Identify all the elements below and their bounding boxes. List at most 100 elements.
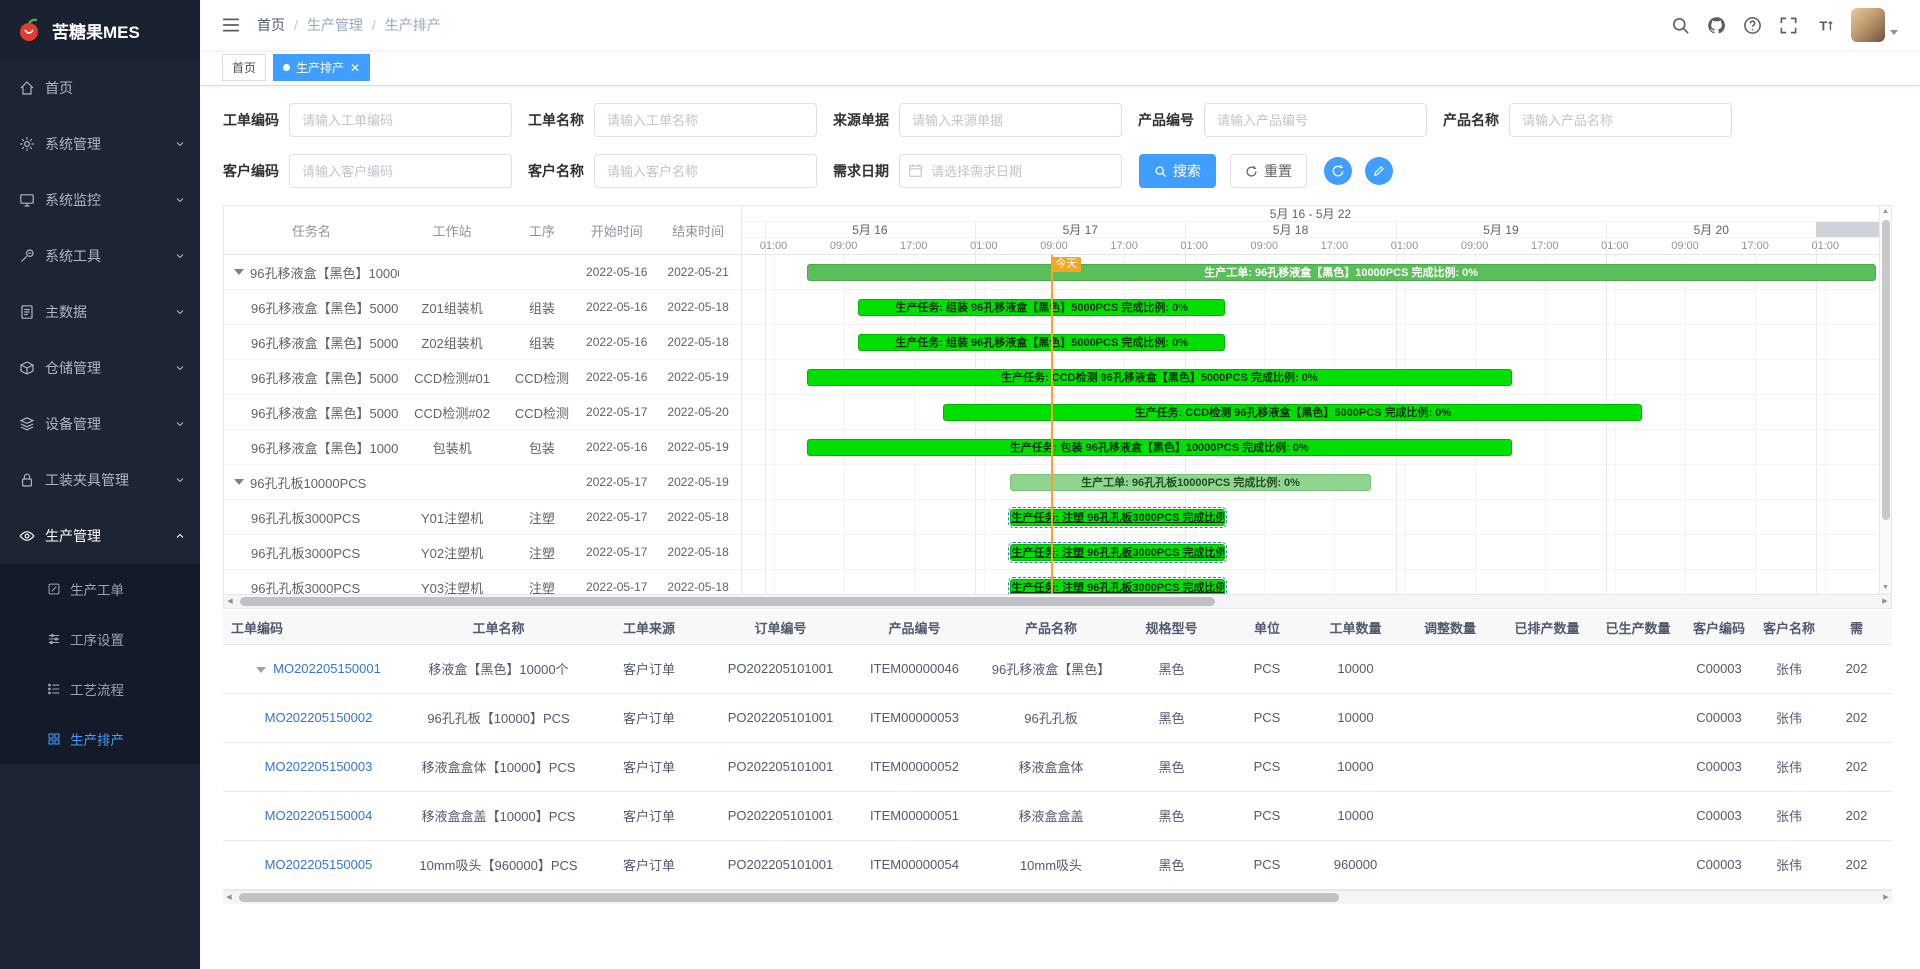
search-button[interactable]: 搜索 [1139,154,1216,188]
gantt-task-row-9[interactable]: 96孔孔板3000PCSY03注塑机注塑2022-05-172022-05-18 [224,570,741,594]
table-column-header: 订单编号 [715,611,846,644]
work-order-link[interactable]: MO202205150002 [265,710,373,725]
gear-icon [19,136,35,152]
gantt-task-row-0[interactable]: 96孔移液盒【黑色】10000PCS2022-05-162022-05-21 [224,255,741,290]
scroll-right-icon[interactable]: ▶ [1879,595,1891,609]
expand-chevron-icon[interactable] [256,667,266,673]
github-icon[interactable] [1707,16,1726,35]
end-date: 2022-05-20 [655,405,741,419]
task-bar[interactable]: 生产任务: 包装 96孔移液盒【黑色】10000PCS 完成比例: 0% [807,439,1512,456]
reset-button[interactable]: 重置 [1230,154,1307,188]
avatar[interactable] [1851,8,1885,42]
gantt-task-row-6[interactable]: 96孔孔板10000PCS2022-05-172022-05-19 [224,465,741,500]
tab-1[interactable]: 生产排产✕ [273,54,370,81]
day-boundary [1185,222,1186,237]
app-logo[interactable]: 苦糖果MES [0,0,200,60]
gantt-horizontal-scrollbar: ◀ ▶ [224,594,1891,608]
table-row-3[interactable]: MO202205150004移液盒盒盖【10000】PCS客户订单PO20220… [223,791,1892,840]
work-order-link[interactable]: MO202205150005 [265,857,373,872]
table-row-4[interactable]: MO20220515000510mm吸头【960000】PCS客户订单PO202… [223,840,1892,889]
sidebar-item-3[interactable]: 系统工具 [0,228,200,284]
sidebar-item-4[interactable]: 主数据 [0,284,200,340]
text-input[interactable] [594,103,817,137]
start-date: 2022-05-17 [578,405,655,419]
font-size-icon[interactable]: T [1815,16,1834,35]
scroll-right-icon[interactable]: ▶ [1880,891,1892,904]
gantt-chart-row-2: 生产任务: 组装 96孔移液盒【黑色】5000PCS 完成比例: 0% [742,325,1879,360]
task-bar[interactable]: 生产任务: 注塑 96孔孔板3000PCS 完成比例: 0% [1010,509,1225,526]
date-input[interactable] [899,154,1122,188]
text-input[interactable] [594,154,817,188]
scroll-up-icon[interactable]: ▲ [1880,206,1891,218]
collapse-triangle-icon[interactable] [234,479,244,485]
breadcrumb-item-1[interactable]: 生产管理 [307,15,363,35]
gantt-task-row-8[interactable]: 96孔孔板3000PCSY02注塑机注塑2022-05-172022-05-18 [224,535,741,570]
work-order-link[interactable]: MO202205150001 [273,661,381,676]
sidebar-subitem-0[interactable]: 生产工单 [0,564,200,614]
table-cell: 移液盒【黑色】10000个 [414,644,583,693]
tab-0[interactable]: 首页 [222,54,266,81]
text-input[interactable] [899,103,1122,137]
refresh-circle-button[interactable] [1324,157,1352,185]
sidebar-item-7[interactable]: 工装夹具管理 [0,452,200,508]
chevron-down-icon [174,474,186,486]
filter-label: 产品名称 [1443,110,1499,130]
task-bar[interactable]: 生产任务: 注塑 96孔孔板3000PCS 完成比例: 0% [1010,579,1225,594]
sidebar-toggle-icon[interactable] [222,16,240,34]
close-icon[interactable]: ✕ [350,62,360,74]
start-date: 2022-05-17 [578,580,655,594]
table-row-1[interactable]: MO20220515000296孔孔板【10000】PCS客户订单PO20220… [223,693,1892,742]
text-input[interactable] [1204,103,1427,137]
task-bar[interactable]: 生产任务: CCD检测 96孔移液盒【黑色】5000PCS 完成比例: 0% [943,404,1642,421]
text-input[interactable] [289,154,512,188]
gantt-hscroll-thumb[interactable] [240,597,1215,606]
sidebar-subitem-3[interactable]: 生产排产 [0,714,200,764]
sidebar-item-1[interactable]: 系统管理 [0,116,200,172]
today-line [1051,255,1053,594]
text-input[interactable] [289,103,512,137]
task-bar[interactable]: 生产任务: 组装 96孔移液盒【黑色】5000PCS 完成比例: 0% [858,299,1225,316]
work-order-link[interactable]: MO202205150003 [265,759,373,774]
question-icon[interactable] [1743,16,1762,35]
collapse-triangle-icon[interactable] [234,269,244,275]
gantt-task-row-1[interactable]: 96孔移液盒【黑色】5000PCSZ01组装机组装2022-05-162022-… [224,290,741,325]
table-cell: 张伟 [1757,791,1821,840]
gantt-task-row-7[interactable]: 96孔孔板3000PCSY01注塑机注塑2022-05-172022-05-18 [224,500,741,535]
table-row-0[interactable]: MO202205150001移液盒【黑色】10000个客户订单PO2022051… [223,644,1892,693]
scroll-left-icon[interactable]: ◀ [224,595,236,609]
task-bar[interactable]: 生产任务: 注塑 96孔孔板3000PCS 完成比例: 0% [1010,544,1225,561]
gantt-week-label: 5月 16 - 5月 22 [1270,207,1351,221]
sidebar-item-2[interactable]: 系统监控 [0,172,200,228]
sidebar-item-5[interactable]: 仓储管理 [0,340,200,396]
table-column-header: 已排产数量 [1499,611,1595,644]
work-order-bar[interactable]: 生产工单: 96孔孔板10000PCS 完成比例: 0% [1010,474,1370,491]
gantt-task-row-3[interactable]: 96孔移液盒【黑色】5000PCSCCD检测#01CCD检测2022-05-16… [224,360,741,395]
gantt-task-row-2[interactable]: 96孔移液盒【黑色】5000PCSZ02组装机组装2022-05-162022-… [224,325,741,360]
user-menu[interactable] [1851,8,1898,42]
task-bar[interactable]: 生产任务: 组装 96孔移液盒【黑色】5000PCS 完成比例: 0% [858,334,1225,351]
breadcrumb-item-2[interactable]: 生产排产 [385,15,441,35]
work-order-bar[interactable]: 生产工单: 96孔移液盒【黑色】10000PCS 完成比例: 0% [807,264,1876,281]
task-bar[interactable]: 生产任务: CCD检测 96孔移液盒【黑色】5000PCS 完成比例: 0% [807,369,1512,386]
work-order-link[interactable]: MO202205150004 [265,808,373,823]
workstation: Z02组装机 [399,333,506,352]
sidebar-subitem-2[interactable]: 工艺流程 [0,664,200,714]
sidebar-item-6[interactable]: 设备管理 [0,396,200,452]
table-column-header: 工单数量 [1310,611,1401,644]
text-input[interactable] [1509,103,1732,137]
gantt-task-row-5[interactable]: 96孔移液盒【黑色】10000PCS包装机包装2022-05-162022-05… [224,430,741,465]
edit-circle-button[interactable] [1365,157,1393,185]
scroll-left-icon[interactable]: ◀ [223,891,235,904]
gantt-vscroll-thumb[interactable] [1882,220,1890,520]
gantt-task-row-4[interactable]: 96孔移液盒【黑色】5000PCSCCD检测#02CCD检测2022-05-17… [224,395,741,430]
sidebar-item-label: 系统监控 [45,190,101,210]
table-row-2[interactable]: MO202205150003移液盒盒体【10000】PCS客户订单PO20220… [223,742,1892,791]
sidebar-item-0[interactable]: 首页 [0,60,200,116]
sidebar-subitem-1[interactable]: 工序设置 [0,614,200,664]
fullscreen-icon[interactable] [1779,16,1798,35]
breadcrumb-item-0[interactable]: 首页 [257,15,285,35]
sidebar-item-8[interactable]: 生产管理 [0,508,200,564]
search-icon[interactable] [1671,16,1690,35]
table-hscroll-thumb[interactable] [239,893,1339,902]
scroll-down-icon[interactable]: ▼ [1880,582,1891,594]
